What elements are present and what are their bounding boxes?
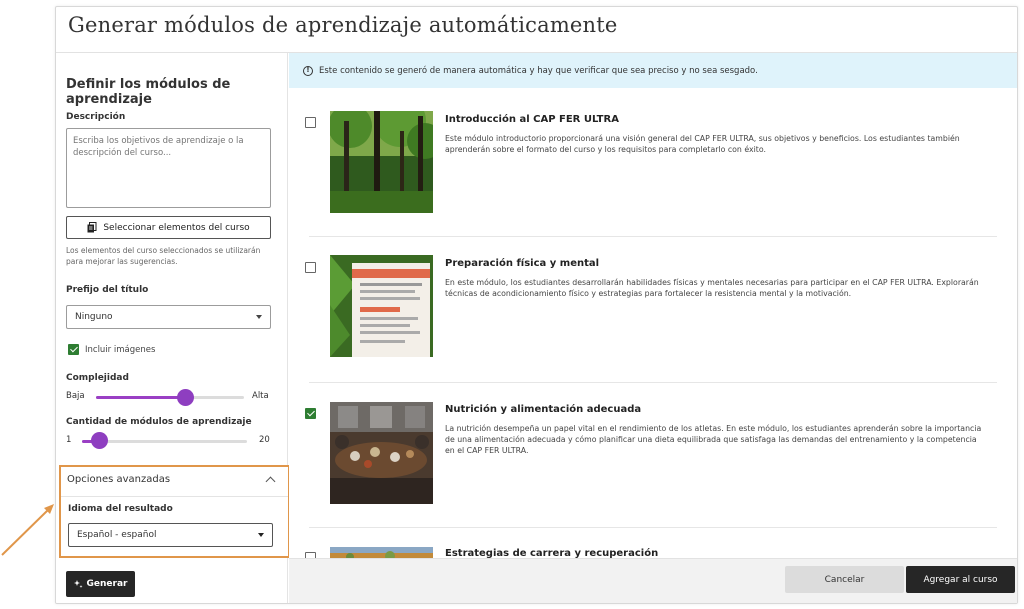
include-images-label: Incluir imágenes <box>85 344 156 355</box>
sparkle-icon <box>73 579 83 588</box>
complexity-label: Complejidad <box>66 373 129 383</box>
module-checkbox-checked[interactable] <box>305 408 316 419</box>
title-prefix-select[interactable]: Ninguno <box>66 305 271 329</box>
add-to-course-button[interactable]: Agregar al curso <box>906 566 1015 593</box>
module-image-forest <box>330 111 433 213</box>
module-divider <box>309 527 997 528</box>
module-description: En este módulo, los estudiantes desarrol… <box>445 278 979 298</box>
disclaimer-text: Este contenido se generó de manera autom… <box>319 65 758 76</box>
module-count-thumb[interactable] <box>91 432 109 449</box>
generated-modules-area: ! Este contenido se generó de manera aut… <box>289 53 1017 603</box>
checkbox-checked-icon <box>68 344 79 355</box>
advanced-options-section: Opciones avanzadas Idioma del resultado … <box>59 465 290 558</box>
include-images-checkbox[interactable]: Incluir imágenes <box>68 344 155 355</box>
description-label: Descripción <box>66 112 126 122</box>
generate-button[interactable]: Generar <box>66 571 135 597</box>
module-title: Preparación física y mental <box>445 258 600 269</box>
module-title: Introducción al CAP FER ULTRA <box>445 114 619 125</box>
module-description: Este módulo introductorio proporcionará … <box>445 134 960 154</box>
module-count-label: Cantidad de módulos de aprendizaje <box>66 417 252 427</box>
generate-label: Generar <box>86 579 128 589</box>
module-checkbox[interactable] <box>305 262 316 273</box>
select-course-items-label: Seleccionar elementos del curso <box>103 222 250 233</box>
selection-help-text: Los elementos del curso seleccionados se… <box>66 246 261 266</box>
complexity-fill <box>96 396 185 399</box>
generate-modules-dialog: Generar módulos de aprendizaje automátic… <box>55 6 1018 604</box>
complexity-max-label: Alta <box>252 391 269 401</box>
module-divider <box>309 236 997 237</box>
advanced-options-toggle[interactable]: Opciones avanzadas <box>67 474 170 485</box>
title-prefix-value: Ninguno <box>75 312 113 322</box>
advanced-divider <box>61 496 288 497</box>
module-checkbox[interactable] <box>305 117 316 128</box>
module-image-dinner-table <box>330 402 433 504</box>
ai-disclaimer-banner: ! Este contenido se generó de manera aut… <box>289 53 1017 88</box>
cancel-button[interactable]: Cancelar <box>785 566 904 593</box>
module-divider <box>309 382 997 383</box>
module-count-slider[interactable]: 1 20 <box>66 432 276 450</box>
output-language-value: Español - español <box>77 530 157 540</box>
module-count-min-label: 1 <box>66 435 72 445</box>
dialog-footer: Cancelar Agregar al curso <box>289 558 1017 603</box>
dialog-title: Generar módulos de aprendizaje automátic… <box>68 13 618 37</box>
description-input[interactable] <box>66 128 271 208</box>
output-language-select[interactable]: Español - español <box>68 523 273 547</box>
chevron-down-icon <box>256 315 262 319</box>
complexity-thumb[interactable] <box>176 388 194 406</box>
module-image-document <box>330 255 433 357</box>
complexity-min-label: Baja <box>66 391 85 401</box>
chevron-down-icon <box>258 533 264 537</box>
document-icon <box>87 222 97 233</box>
info-icon: ! <box>303 65 313 76</box>
chevron-up-icon[interactable] <box>265 476 276 487</box>
callout-arrow-icon <box>1 504 54 556</box>
module-count-max-label: 20 <box>259 435 270 445</box>
module-title: Nutrición y alimentación adecuada <box>445 404 642 415</box>
define-modules-panel: Definir los módulos de aprendizaje Descr… <box>56 53 290 603</box>
panel-title: Definir los módulos de aprendizaje <box>66 77 231 107</box>
complexity-slider[interactable]: Baja Alta <box>66 388 276 407</box>
select-course-items-button[interactable]: Seleccionar elementos del curso <box>66 216 271 239</box>
title-prefix-label: Prefijo del título <box>66 285 149 295</box>
module-description: La nutrición desempeña un papel vital en… <box>445 424 982 455</box>
output-language-label: Idioma del resultado <box>68 504 173 514</box>
